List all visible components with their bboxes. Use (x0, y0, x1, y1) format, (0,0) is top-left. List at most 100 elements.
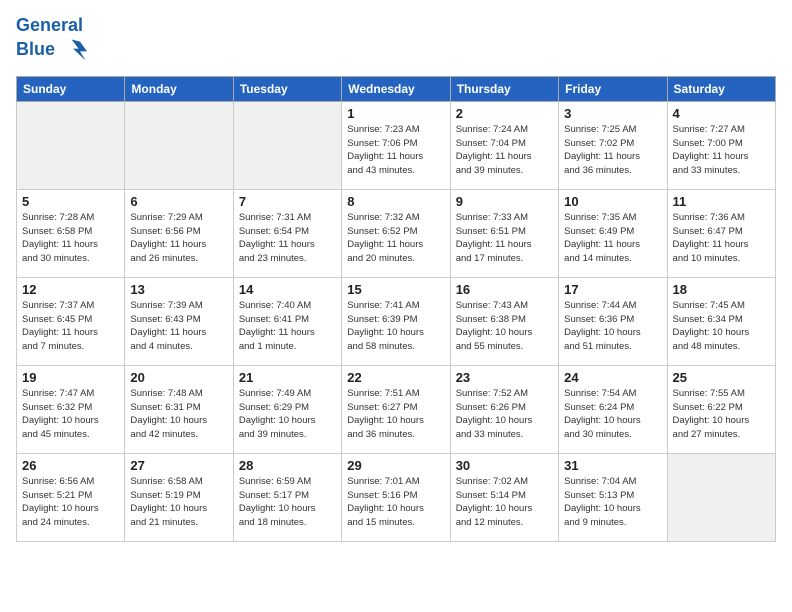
day-info: Sunrise: 7:27 AM Sunset: 7:00 PM Dayligh… (673, 123, 770, 178)
day-number: 28 (239, 458, 336, 473)
calendar-cell: 16Sunrise: 7:43 AM Sunset: 6:38 PM Dayli… (450, 277, 558, 365)
calendar-cell: 3Sunrise: 7:25 AM Sunset: 7:02 PM Daylig… (559, 101, 667, 189)
day-info: Sunrise: 6:56 AM Sunset: 5:21 PM Dayligh… (22, 475, 119, 530)
day-info: Sunrise: 7:33 AM Sunset: 6:51 PM Dayligh… (456, 211, 553, 266)
calendar-cell: 7Sunrise: 7:31 AM Sunset: 6:54 PM Daylig… (233, 189, 341, 277)
day-number: 7 (239, 194, 336, 209)
calendar-cell: 9 Sunrise: 7:33 AM Sunset: 6:51 PM Daylig… (450, 189, 558, 277)
calendar-cell: 29 Sunrise: 7:01 AM Sunset: 5:16 PM Dayli… (342, 453, 450, 541)
weekday-header-thursday: Thursday (450, 76, 558, 101)
calendar-cell (17, 101, 125, 189)
day-number: 22 (347, 370, 444, 385)
day-info: Sunrise: 7:54 AM Sunset: 6:24 PM Dayligh… (564, 387, 661, 442)
calendar-cell: 6 Sunrise: 7:29 AM Sunset: 6:56 PM Daylig… (125, 189, 233, 277)
calendar-cell: 2 Sunrise: 7:24 AM Sunset: 7:04 PM Daylig… (450, 101, 558, 189)
day-info: Sunrise: 6:58 AM Sunset: 5:19 PM Dayligh… (130, 475, 227, 530)
day-info: Sunrise: 7:29 AM Sunset: 6:56 PM Dayligh… (130, 211, 227, 266)
calendar-cell: 22 Sunrise: 7:51 AM Sunset: 6:27 PM Dayli… (342, 365, 450, 453)
day-info: Sunrise: 7:25 AM Sunset: 7:02 PM Dayligh… (564, 123, 661, 178)
calendar-cell: 1Sunrise: 7:23 AM Sunset: 7:06 PM Daylig… (342, 101, 450, 189)
day-number: 31 (564, 458, 661, 473)
calendar-cell: 25Sunrise: 7:55 AM Sunset: 6:22 PM Dayli… (667, 365, 775, 453)
calendar-cell: 10 Sunrise: 7:35 AM Sunset: 6:49 PM Dayli… (559, 189, 667, 277)
logo: General Blue (16, 16, 87, 64)
day-info: Sunrise: 7:23 AM Sunset: 7:06 PM Dayligh… (347, 123, 444, 178)
day-number: 16 (456, 282, 553, 297)
weekday-header-wednesday: Wednesday (342, 76, 450, 101)
calendar-cell: 4Sunrise: 7:27 AM Sunset: 7:00 PM Daylig… (667, 101, 775, 189)
day-info: Sunrise: 7:24 AM Sunset: 7:04 PM Dayligh… (456, 123, 553, 178)
day-info: Sunrise: 7:28 AM Sunset: 6:58 PM Dayligh… (22, 211, 119, 266)
calendar-cell: 14 Sunrise: 7:40 AM Sunset: 6:41 PM Dayli… (233, 277, 341, 365)
weekday-header-monday: Monday (125, 76, 233, 101)
day-number: 5 (22, 194, 119, 209)
calendar-cell (233, 101, 341, 189)
day-number: 24 (564, 370, 661, 385)
calendar-cell: 27 Sunrise: 6:58 AM Sunset: 5:19 PM Dayli… (125, 453, 233, 541)
calendar-cell: 11Sunrise: 7:36 AM Sunset: 6:47 PM Dayli… (667, 189, 775, 277)
day-info: Sunrise: 7:51 AM Sunset: 6:27 PM Dayligh… (347, 387, 444, 442)
week-row-5: 26 Sunrise: 6:56 AM Sunset: 5:21 PM Dayli… (17, 453, 776, 541)
day-number: 26 (22, 458, 119, 473)
day-number: 12 (22, 282, 119, 297)
calendar-cell: 20Sunrise: 7:48 AM Sunset: 6:31 PM Dayli… (125, 365, 233, 453)
day-number: 8 (347, 194, 444, 209)
calendar-cell: 23 Sunrise: 7:52 AM Sunset: 6:26 PM Dayli… (450, 365, 558, 453)
calendar-cell: 28 Sunrise: 6:59 AM Sunset: 5:17 PM Dayli… (233, 453, 341, 541)
logo-icon (59, 36, 87, 64)
weekday-header-sunday: Sunday (17, 76, 125, 101)
day-number: 6 (130, 194, 227, 209)
calendar-cell: 13Sunrise: 7:39 AM Sunset: 6:43 PM Dayli… (125, 277, 233, 365)
day-number: 18 (673, 282, 770, 297)
calendar-cell: 19 Sunrise: 7:47 AM Sunset: 6:32 PM Dayli… (17, 365, 125, 453)
day-info: Sunrise: 7:32 AM Sunset: 6:52 PM Dayligh… (347, 211, 444, 266)
calendar-cell: 31Sunrise: 7:04 AM Sunset: 5:13 PM Dayli… (559, 453, 667, 541)
day-info: Sunrise: 7:44 AM Sunset: 6:36 PM Dayligh… (564, 299, 661, 354)
day-number: 10 (564, 194, 661, 209)
day-number: 21 (239, 370, 336, 385)
week-row-2: 5 Sunrise: 7:28 AM Sunset: 6:58 PM Daylig… (17, 189, 776, 277)
day-number: 27 (130, 458, 227, 473)
weekday-header-friday: Friday (559, 76, 667, 101)
weekday-header-tuesday: Tuesday (233, 76, 341, 101)
day-number: 17 (564, 282, 661, 297)
weekday-header-saturday: Saturday (667, 76, 775, 101)
day-number: 14 (239, 282, 336, 297)
logo-blue: Blue (16, 39, 55, 60)
calendar-table: SundayMondayTuesdayWednesdayThursdayFrid… (16, 76, 776, 542)
calendar-cell: 18 Sunrise: 7:45 AM Sunset: 6:34 PM Dayli… (667, 277, 775, 365)
day-info: Sunrise: 7:41 AM Sunset: 6:39 PM Dayligh… (347, 299, 444, 354)
calendar-cell: 5 Sunrise: 7:28 AM Sunset: 6:58 PM Daylig… (17, 189, 125, 277)
day-number: 9 (456, 194, 553, 209)
day-number: 11 (673, 194, 770, 209)
logo-text: General (16, 16, 87, 36)
calendar-cell: 17 Sunrise: 7:44 AM Sunset: 6:36 PM Dayli… (559, 277, 667, 365)
calendar-cell: 12 Sunrise: 7:37 AM Sunset: 6:45 PM Dayli… (17, 277, 125, 365)
day-info: Sunrise: 7:45 AM Sunset: 6:34 PM Dayligh… (673, 299, 770, 354)
day-number: 29 (347, 458, 444, 473)
calendar-cell: 26 Sunrise: 6:56 AM Sunset: 5:21 PM Dayli… (17, 453, 125, 541)
day-info: Sunrise: 6:59 AM Sunset: 5:17 PM Dayligh… (239, 475, 336, 530)
week-row-3: 12 Sunrise: 7:37 AM Sunset: 6:45 PM Dayli… (17, 277, 776, 365)
calendar-cell: 24 Sunrise: 7:54 AM Sunset: 6:24 PM Dayli… (559, 365, 667, 453)
calendar-cell: 8 Sunrise: 7:32 AM Sunset: 6:52 PM Daylig… (342, 189, 450, 277)
day-number: 19 (22, 370, 119, 385)
calendar-cell: 30 Sunrise: 7:02 AM Sunset: 5:14 PM Dayli… (450, 453, 558, 541)
calendar-cell (125, 101, 233, 189)
day-info: Sunrise: 7:40 AM Sunset: 6:41 PM Dayligh… (239, 299, 336, 354)
day-number: 30 (456, 458, 553, 473)
day-info: Sunrise: 7:01 AM Sunset: 5:16 PM Dayligh… (347, 475, 444, 530)
day-info: Sunrise: 7:52 AM Sunset: 6:26 PM Dayligh… (456, 387, 553, 442)
day-number: 25 (673, 370, 770, 385)
day-info: Sunrise: 7:47 AM Sunset: 6:32 PM Dayligh… (22, 387, 119, 442)
day-info: Sunrise: 7:37 AM Sunset: 6:45 PM Dayligh… (22, 299, 119, 354)
day-number: 15 (347, 282, 444, 297)
day-info: Sunrise: 7:02 AM Sunset: 5:14 PM Dayligh… (456, 475, 553, 530)
weekday-header-row: SundayMondayTuesdayWednesdayThursdayFrid… (17, 76, 776, 101)
day-info: Sunrise: 7:39 AM Sunset: 6:43 PM Dayligh… (130, 299, 227, 354)
day-info: Sunrise: 7:35 AM Sunset: 6:49 PM Dayligh… (564, 211, 661, 266)
day-number: 2 (456, 106, 553, 121)
day-info: Sunrise: 7:48 AM Sunset: 6:31 PM Dayligh… (130, 387, 227, 442)
day-number: 23 (456, 370, 553, 385)
calendar-cell (667, 453, 775, 541)
